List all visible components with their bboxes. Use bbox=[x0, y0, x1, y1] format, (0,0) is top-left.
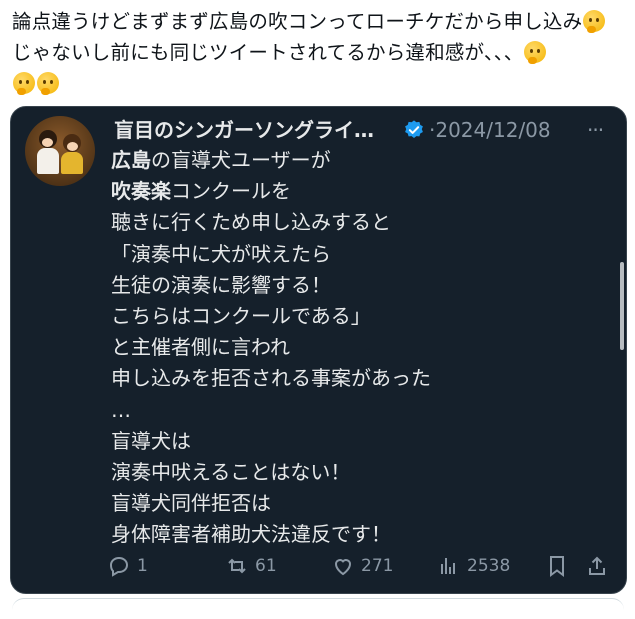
tweet-line: 盲導犬は bbox=[111, 428, 191, 453]
repost-count: 61 bbox=[255, 556, 277, 576]
tweet-line: 盲導犬同伴拒否は bbox=[111, 491, 271, 516]
bookmark-icon bbox=[550, 556, 564, 577]
quoted-tweet-card[interactable]: 盲目のシンガーソングライ… ·2024/12/08 ··· 広島の盲導犬ユーザー… bbox=[10, 106, 627, 594]
tweet-line: 身体障害者補助犬法違反です！ bbox=[111, 522, 391, 547]
repost-button[interactable]: 61 bbox=[225, 550, 277, 582]
post-text-line1: 論点違うけどまずまず広島の吹コンってローチケだから申し込み bbox=[12, 10, 583, 33]
thinking-face-icon bbox=[13, 72, 35, 95]
more-options-icon[interactable]: ··· bbox=[587, 116, 604, 144]
tweet-line: 申し込みを拒否される事案があった bbox=[111, 366, 431, 391]
date-text: 2024/12/08 bbox=[435, 118, 551, 142]
author-name[interactable]: 盲目のシンガーソングライ… bbox=[114, 116, 374, 144]
tweet-line: と主催者側に言われ bbox=[111, 335, 290, 360]
reply-button[interactable]: 1 bbox=[107, 550, 148, 582]
verified-badge-icon bbox=[405, 120, 423, 138]
tweet-line: 「演奏中に犬が吠えたら bbox=[111, 241, 331, 266]
views-count: 2538 bbox=[467, 556, 511, 576]
scrollbar[interactable] bbox=[620, 262, 624, 350]
tweet-line: 聴きに行くため申し込みすると bbox=[111, 210, 391, 235]
post-date[interactable]: ·2024/12/08 bbox=[429, 116, 551, 144]
repost-icon bbox=[228, 558, 246, 574]
like-count: 271 bbox=[361, 556, 394, 576]
share-icon bbox=[589, 556, 605, 575]
views-icon bbox=[441, 558, 455, 574]
tweet-line: 吹奏楽コンクールを bbox=[111, 179, 291, 204]
thinking-face-icon bbox=[524, 41, 547, 64]
reply-count: 1 bbox=[137, 556, 148, 576]
tweet-line: … bbox=[111, 397, 131, 422]
action-bar: 1 61 271 2538 bbox=[107, 550, 617, 582]
tweet-line: 演奏中吠えることはない！ bbox=[111, 460, 351, 485]
like-button[interactable]: 271 bbox=[331, 550, 393, 582]
heart-icon bbox=[334, 559, 352, 576]
bookmark-button[interactable] bbox=[545, 550, 569, 582]
avatar[interactable] bbox=[25, 116, 95, 186]
quoted-tweet-text: 広島の盲導犬ユーザーが 吹奏楽コンクールを 聴きに行くため申し込みすると 「演奏… bbox=[111, 145, 601, 551]
post-text-line2: じゃないし前にも同じツイートされてるから違和感が、、、 bbox=[12, 41, 524, 64]
thinking-face-icon bbox=[37, 72, 59, 95]
tweet-line: こちらはコンクールである」 bbox=[111, 304, 371, 329]
tweet-line: 広島の盲導犬ユーザーが bbox=[111, 148, 331, 172]
views-button[interactable]: 2538 bbox=[437, 550, 510, 582]
post-text: 論点違うけどまずまず広島の吹コンってローチケだから申し込み じゃないし前にも同じ… bbox=[12, 6, 628, 99]
next-card-edge bbox=[12, 598, 624, 619]
share-button[interactable] bbox=[585, 550, 609, 582]
thinking-face-icon bbox=[583, 10, 606, 33]
tweet-line: 生徒の演奏に影響する！ bbox=[111, 272, 331, 297]
reply-icon bbox=[109, 556, 129, 577]
